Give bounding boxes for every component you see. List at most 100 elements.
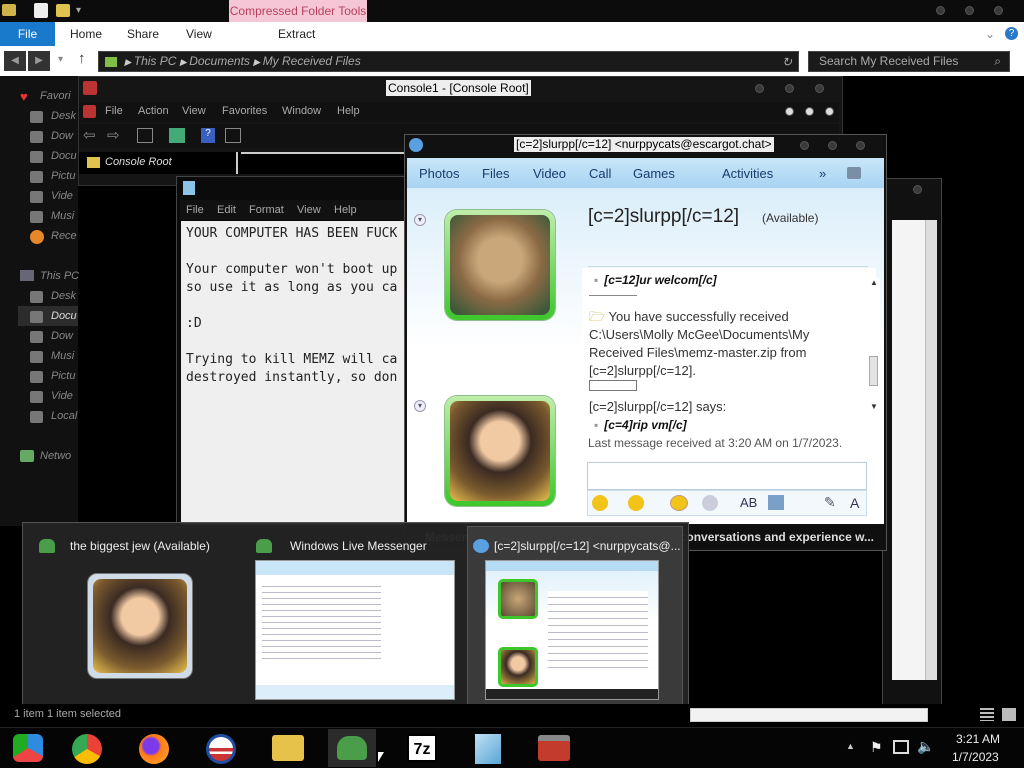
thumbnail-avatar[interactable]: [87, 573, 193, 679]
nav-item-favorites[interactable]: Favori: [40, 90, 71, 102]
menu-file[interactable]: File: [186, 204, 204, 216]
scroll-down-icon[interactable]: ▼: [870, 402, 878, 411]
taskbar-chrome[interactable]: [63, 729, 111, 767]
message-input[interactable]: [587, 462, 867, 490]
nav-item-music-2[interactable]: Musi: [51, 350, 74, 362]
recent-locations-icon[interactable]: ▾: [58, 54, 63, 65]
nav-item-pictures[interactable]: Pictu: [51, 170, 75, 182]
back-button[interactable]: ◀: [4, 51, 26, 71]
contact-avatar[interactable]: [445, 210, 555, 320]
new-folder-icon[interactable]: [56, 4, 70, 17]
toolbar-video[interactable]: Video: [533, 166, 566, 181]
scrollbar[interactable]: [925, 220, 937, 680]
thumbnail-messenger-window[interactable]: [255, 560, 455, 700]
background-icon[interactable]: [768, 495, 784, 510]
maximize-button[interactable]: [965, 6, 974, 15]
child-minimize-button[interactable]: [785, 107, 794, 116]
maximize-button[interactable]: [828, 141, 837, 150]
nav-item-documents-2[interactable]: Docu: [51, 310, 77, 322]
voice-clip-icon[interactable]: [702, 495, 718, 511]
menu-view[interactable]: View: [182, 105, 206, 117]
handwriting-icon[interactable]: ✎: [824, 494, 836, 511]
tree-item-console-root[interactable]: Console Root: [105, 156, 172, 168]
menu-help[interactable]: Help: [337, 105, 360, 117]
splitter[interactable]: [236, 152, 238, 174]
tab-file[interactable]: File: [0, 22, 55, 46]
child-close-button[interactable]: [825, 107, 834, 116]
text-format-icon[interactable]: A: [850, 495, 859, 511]
help-icon[interactable]: ?: [201, 128, 215, 143]
nav-item-downloads-2[interactable]: Dow: [51, 330, 73, 342]
minimize-button[interactable]: [755, 84, 764, 93]
chevron-down-icon[interactable]: ⌄: [985, 27, 995, 41]
my-avatar[interactable]: [445, 396, 555, 506]
chevron-down-icon[interactable]: ▾: [76, 5, 81, 16]
taskbar-file-explorer[interactable]: [264, 729, 312, 767]
search-icon[interactable]: ⌕: [994, 52, 1001, 71]
minimize-button[interactable]: [936, 6, 945, 15]
tab-share[interactable]: Share: [127, 22, 159, 46]
refresh-icon[interactable]: ↻: [782, 53, 792, 72]
wink-icon[interactable]: [628, 495, 644, 511]
show-hidden-icons-icon[interactable]: ▲: [846, 741, 855, 751]
back-icon[interactable]: ⇦: [83, 126, 96, 144]
properties-icon[interactable]: [225, 128, 241, 143]
maximize-button[interactable]: [785, 84, 794, 93]
collapse-icon[interactable]: ▾: [414, 400, 426, 412]
menu-help[interactable]: Help: [334, 204, 357, 216]
toolbar-photos[interactable]: Photos: [419, 166, 459, 181]
nav-item-recent[interactable]: Rece: [51, 230, 77, 242]
taskbar-notepad[interactable]: [464, 729, 512, 767]
close-button[interactable]: [994, 6, 1003, 15]
volume-icon[interactable]: 🔈: [917, 738, 934, 755]
close-button[interactable]: [815, 84, 824, 93]
taskbar-chromium[interactable]: [3, 729, 51, 767]
taskbar-7zip[interactable]: 7z: [398, 729, 446, 767]
clock-time[interactable]: 3:21 AM: [956, 732, 1000, 746]
close-button[interactable]: [856, 141, 865, 150]
thumbnail-title-1[interactable]: the biggest jew (Available): [70, 539, 210, 553]
taskbar-obama-app[interactable]: [197, 729, 245, 767]
nav-item-documents[interactable]: Docu: [51, 150, 77, 162]
action-center-flag-icon[interactable]: ⚑: [870, 739, 883, 756]
child-restore-button[interactable]: [805, 107, 814, 116]
show-hide-tree-icon[interactable]: [137, 128, 153, 143]
address-bar[interactable]: ▶ This PC ▶ Documents ▶ My Received File…: [98, 51, 799, 72]
details-view-icon[interactable]: [980, 708, 994, 721]
close-button[interactable]: [913, 185, 922, 194]
clock-date[interactable]: 1/7/2023: [952, 750, 999, 764]
menu-format[interactable]: Format: [249, 204, 284, 216]
large-icons-view-icon[interactable]: [1002, 708, 1016, 721]
network-icon[interactable]: [893, 740, 909, 754]
taskbar-firefox[interactable]: [130, 729, 178, 767]
emoticon-icon[interactable]: [592, 495, 608, 511]
properties-icon[interactable]: [34, 3, 48, 18]
breadcrumb-this-pc[interactable]: This PC: [134, 54, 177, 68]
thumbnail-title-2[interactable]: Windows Live Messenger: [290, 539, 427, 553]
toolbar-call[interactable]: Call: [589, 166, 611, 181]
forward-icon[interactable]: ⇨: [107, 126, 120, 144]
nav-item-this-pc[interactable]: This PC: [40, 270, 79, 282]
forward-button[interactable]: ▶: [28, 51, 50, 71]
menu-file[interactable]: File: [105, 105, 123, 117]
taskbar-toolbox[interactable]: [530, 729, 578, 767]
horizontal-scrollbar[interactable]: [690, 708, 928, 722]
tab-home[interactable]: Home: [70, 22, 102, 46]
notepad-text-area[interactable]: YOUR COMPUTER HAS BEEN FUCK Your compute…: [181, 221, 407, 525]
thumbnail-title-3[interactable]: [c=2]slurpp[/c=12] <nurppycats@...: [494, 539, 681, 553]
nudge-icon[interactable]: [670, 495, 688, 511]
collapse-icon[interactable]: ▾: [414, 214, 426, 226]
export-list-icon[interactable]: [169, 128, 185, 143]
breadcrumb-my-received-files[interactable]: My Received Files: [263, 54, 361, 68]
toolbar-games[interactable]: Games: [633, 166, 675, 181]
minimize-button[interactable]: [800, 141, 809, 150]
nav-item-network[interactable]: Netwo: [40, 450, 71, 462]
nav-item-desktop-2[interactable]: Desk: [51, 290, 76, 302]
nav-item-pictures-2[interactable]: Pictu: [51, 370, 75, 382]
toolbar-activities[interactable]: Activities: [722, 166, 773, 181]
scroll-thumb[interactable]: [869, 356, 878, 386]
toolbar-more[interactable]: »: [819, 166, 826, 181]
file-received-text[interactable]: You have successfully received C:\Users\…: [589, 309, 809, 378]
menu-edit[interactable]: Edit: [217, 204, 236, 216]
tab-extract[interactable]: Extract: [278, 22, 315, 46]
